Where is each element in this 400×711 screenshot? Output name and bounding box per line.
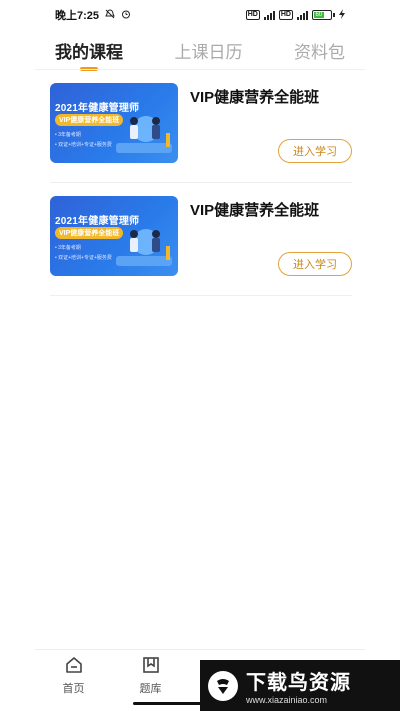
signal-icon-2	[297, 10, 308, 20]
watermark-text: 下载鸟资源	[246, 672, 351, 694]
status-time: 晚上7:25	[55, 10, 100, 22]
bird-logo-icon	[208, 670, 238, 701]
watermark-banner: 下载鸟资源 www.xiazainiao.com	[200, 660, 400, 711]
charging-icon	[339, 8, 345, 22]
watermark-url: www.xiazainiao.com	[246, 695, 328, 705]
battery-icon: 60	[312, 10, 335, 20]
course-list: 2021年健康管理师 VIP健康营养全能班 • 3年备考期 • 双证+培训+专证…	[50, 70, 352, 296]
study-illustration-icon	[116, 220, 172, 275]
hd-icon-2: HD	[278, 10, 293, 20]
course-card[interactable]: 2021年健康管理师 VIP健康营养全能班 • 3年备考期 • 双证+培训+专证…	[50, 70, 352, 183]
nav-label-home: 首页	[62, 683, 85, 695]
alarm-icon	[121, 9, 131, 22]
nav-item-home[interactable]: 首页	[35, 650, 112, 711]
enter-study-button[interactable]: 进入学习	[278, 252, 352, 276]
hd-icon: HD	[245, 10, 260, 20]
signal-icon	[263, 10, 275, 20]
tab-class-calendar[interactable]: 上课日历	[175, 38, 243, 63]
course-thumbnail[interactable]: 2021年健康管理师 VIP健康营养全能班 • 3年备考期 • 双证+培训+专证…	[50, 83, 178, 163]
thumbnail-badge: VIP健康营养全能班	[55, 114, 124, 126]
top-tabs: 我的课程 上课日历 资料包	[35, 30, 365, 70]
home-icon	[65, 656, 83, 680]
mute-icon	[105, 8, 115, 22]
thumbnail-line: • 3年备考期	[55, 132, 81, 138]
course-title[interactable]: VIP健康营养全能班	[190, 199, 319, 220]
course-thumbnail[interactable]: 2021年健康管理师 VIP健康营养全能班 • 3年备考期 • 双证+培训+专证…	[50, 196, 178, 276]
study-illustration-icon	[116, 107, 172, 162]
thumbnail-line: • 双证+培训+专证+服务费	[55, 255, 112, 261]
thumbnail-badge: VIP健康营养全能班	[55, 227, 124, 239]
tab-materials[interactable]: 资料包	[294, 38, 345, 63]
course-title[interactable]: VIP健康营养全能班	[190, 86, 319, 107]
thumbnail-line: • 双证+培训+专证+服务费	[55, 142, 112, 148]
thumbnail-line: • 3年备考期	[55, 245, 81, 251]
course-card[interactable]: 2021年健康管理师 VIP健康营养全能班 • 3年备考期 • 双证+培训+专证…	[50, 183, 352, 296]
nav-label-question-bank: 题库	[139, 683, 162, 695]
tab-my-courses[interactable]: 我的课程	[55, 38, 123, 63]
bookmark-icon	[142, 656, 160, 680]
status-bar: 晚上7:25 HD HD 60	[0, 0, 400, 30]
enter-study-button[interactable]: 进入学习	[278, 139, 352, 163]
